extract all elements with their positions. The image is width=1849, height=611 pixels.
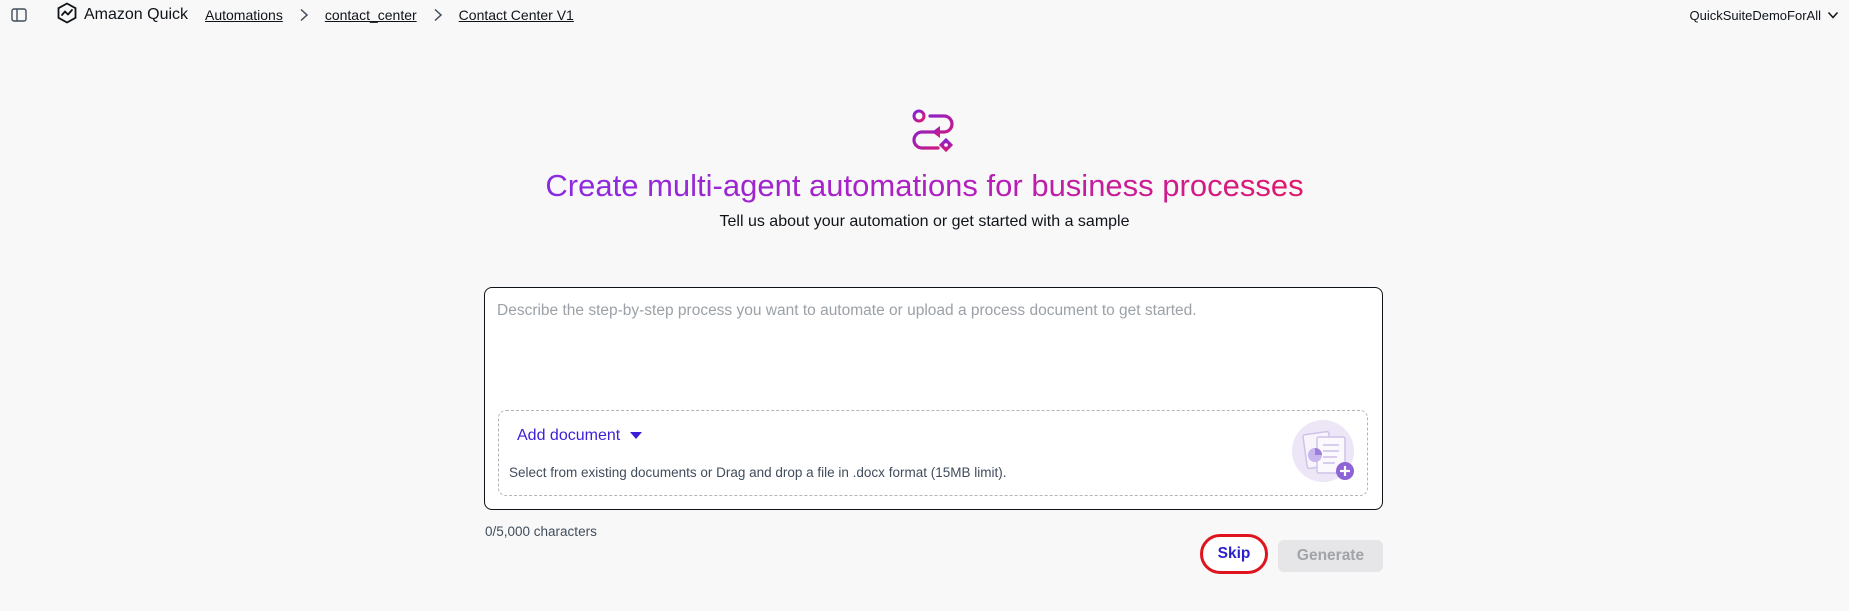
- add-document-label: Add document: [517, 427, 621, 444]
- add-document-button[interactable]: Add document: [517, 427, 643, 445]
- brand-logo[interactable]: Amazon Quick: [56, 1, 189, 29]
- chevron-right-icon: [299, 8, 309, 22]
- caret-down-icon: [630, 427, 643, 445]
- process-description-input[interactable]: [497, 302, 1367, 402]
- account-name: QuickSuiteDemoForAll: [1689, 7, 1822, 23]
- generate-button[interactable]: Generate: [1278, 540, 1383, 572]
- top-navigation-bar: Amazon Quick Automations contact_center …: [0, 0, 1849, 30]
- document-dropzone[interactable]: Add document Select from existing docume…: [498, 410, 1368, 496]
- account-menu[interactable]: QuickSuiteDemoForAll: [1690, 5, 1840, 25]
- brand-name: Amazon Quick: [84, 6, 189, 23]
- automation-composer: Add document Select from existing docume…: [484, 287, 1383, 510]
- character-count: 0/5,000 characters: [485, 524, 597, 539]
- document-upload-illustration-icon: [1291, 419, 1359, 485]
- breadcrumb-contact-center-v1[interactable]: Contact Center V1: [459, 7, 574, 23]
- dropzone-help-text: Select from existing documents or Drag a…: [509, 465, 1007, 480]
- page-title: Create multi-agent automations for busin…: [545, 168, 1304, 203]
- page-subtitle: Tell us about your automation or get sta…: [719, 213, 1130, 230]
- breadcrumb-contact-center[interactable]: contact_center: [325, 7, 417, 23]
- multi-agent-flow-icon: [908, 106, 958, 156]
- chevron-down-icon: [1827, 8, 1839, 23]
- skip-button[interactable]: Skip: [1200, 534, 1268, 574]
- quick-logo-icon: [56, 1, 78, 29]
- sidebar-toggle-icon[interactable]: [10, 6, 28, 24]
- breadcrumb-automations[interactable]: Automations: [205, 7, 283, 23]
- chevron-right-icon: [433, 8, 443, 22]
- breadcrumb: Automations contact_center Contact Cente…: [205, 5, 574, 25]
